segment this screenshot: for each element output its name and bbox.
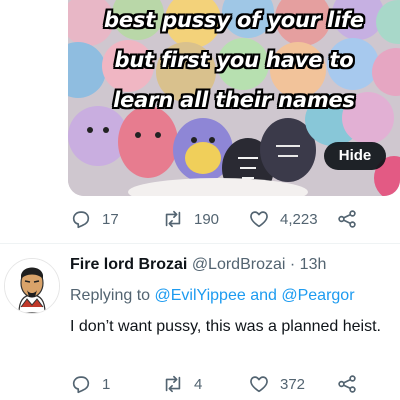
like-action[interactable]: 4,223 [248, 207, 318, 231]
reply-action[interactable]: 17 [70, 207, 119, 231]
tweet-media[interactable]: best pussy of your life but first you ha… [68, 0, 400, 196]
caption-line-3: learn all their names [113, 88, 355, 112]
timestamp[interactable]: 13h [300, 256, 327, 273]
reply-header: Fire lord Brozai @LordBrozai · 13h [70, 256, 326, 274]
like-icon [250, 376, 268, 393]
caption-line-1: best pussy of your life [104, 8, 364, 32]
mention-link-2[interactable]: @Peargor [281, 287, 354, 304]
retweet-icon [165, 375, 181, 393]
replying-to-label: Replying to [70, 287, 151, 304]
reply-icon [72, 376, 90, 394]
divider [0, 243, 400, 244]
share-action[interactable] [336, 207, 358, 231]
tweet-action-bar: 17 190 4,223 [70, 207, 390, 231]
like-count: 4,223 [280, 210, 318, 228]
like-action[interactable]: 372 [248, 372, 305, 396]
retweet-action[interactable]: 4 [162, 372, 202, 396]
user-handle[interactable]: @LordBrozai [192, 256, 286, 273]
reply-text: I don’t want pussy, this was a planned h… [70, 318, 381, 335]
mention-link-1[interactable]: @EvilYippee [155, 287, 246, 304]
display-name[interactable]: Fire lord Brozai [70, 256, 187, 273]
like-count: 372 [280, 375, 306, 393]
retweet-count: 190 [194, 210, 220, 228]
share-icon [338, 375, 356, 393]
mention-conjunction[interactable]: and [250, 287, 277, 304]
avatar[interactable] [4, 258, 60, 314]
reply-count: 1 [102, 375, 111, 393]
retweet-icon [165, 210, 181, 228]
retweet-action[interactable]: 190 [162, 207, 219, 231]
replying-to-line: Replying to @EvilYippee and @Peargor [70, 287, 355, 305]
share-icon [338, 210, 356, 228]
hide-button[interactable]: Hide [324, 142, 386, 170]
reply-count: 17 [102, 210, 119, 228]
reply-action-bar: 1 4 372 [70, 372, 390, 396]
retweet-count: 4 [194, 375, 203, 393]
reply-action[interactable]: 1 [70, 372, 110, 396]
separator-dot: · [289, 256, 296, 273]
caption-line-2: but first you have to [114, 48, 354, 72]
like-icon [250, 211, 268, 228]
avatar-image [5, 259, 59, 313]
reply-icon [72, 211, 90, 229]
share-action[interactable] [336, 372, 358, 396]
